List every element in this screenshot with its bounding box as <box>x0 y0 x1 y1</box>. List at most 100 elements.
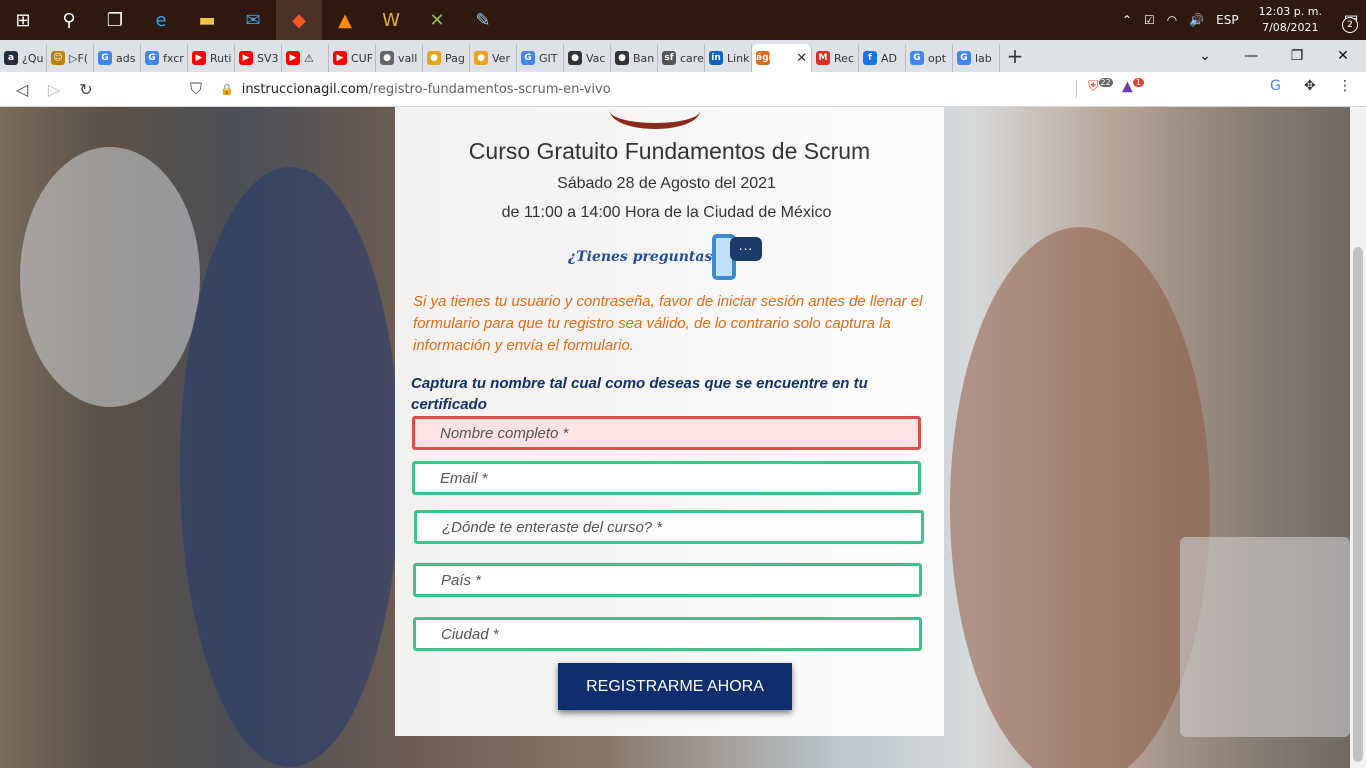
register-button[interactable]: REGISTRARME AHORA <box>558 663 792 710</box>
network-icon[interactable]: ◠ <box>1167 13 1177 27</box>
toolbar-separator <box>1076 80 1077 98</box>
browser-tab[interactable]: f AD <box>859 44 906 72</box>
browser-tab[interactable]: Glab <box>953 44 1000 72</box>
browser-tab[interactable]: ☺ ▷F( <box>47 44 94 72</box>
brave-icon[interactable]: ◆ <box>276 0 322 40</box>
browser-tab[interactable]: ● Ban <box>611 44 658 72</box>
country-field[interactable] <box>413 563 922 597</box>
background-person-right <box>950 227 1210 768</box>
tab-favicon-icon: M <box>816 51 830 65</box>
city-input[interactable] <box>416 620 919 648</box>
close-window-button[interactable]: ✕ <box>1320 48 1366 64</box>
close-tab-icon[interactable]: ✕ <box>796 51 807 66</box>
questions-link[interactable]: ¿Tienes preguntas? <box>568 249 721 265</box>
lock-icon: 🔒 <box>220 82 234 96</box>
name-input[interactable] <box>415 419 918 447</box>
maximize-button[interactable]: ❐ <box>1274 48 1320 64</box>
browser-tab[interactable]: ▶ ⚠ <box>282 44 329 72</box>
background-monitor <box>1180 537 1350 737</box>
reload-button[interactable]: ↻ <box>70 80 102 99</box>
browser-tab[interactable]: G GIT <box>517 44 564 72</box>
start-button[interactable]: ⊞ <box>0 0 46 40</box>
brave-shields-icon[interactable]: ⛨ 22 <box>1088 78 1113 95</box>
forward-button[interactable]: ▷ <box>38 80 70 99</box>
tab-favicon-icon: G <box>910 51 924 65</box>
browser-tab[interactable]: Gopt <box>906 44 953 72</box>
browser-tab[interactable]: ● vall <box>376 44 423 72</box>
country-input[interactable] <box>416 566 919 594</box>
tab-favicon-icon: in <box>709 51 723 65</box>
tab-label: vall <box>398 51 418 65</box>
browser-tab[interactable]: ● Ver <box>470 44 517 72</box>
tab-label: ads <box>116 51 136 65</box>
browser-tab-strip: a ¿Qu ☺ ▷F(Gads Gfxcr ▶ Ruti ▶ SV3 ▶ ⚠ ▶ CUF ● vall ● Pa… <box>0 40 1366 72</box>
security-icon[interactable]: ☑ <box>1144 13 1155 27</box>
extensions-icon[interactable]: ✥ <box>1304 78 1316 94</box>
chat-bubble-icon[interactable]: ... <box>730 237 762 261</box>
source-input[interactable] <box>417 513 921 541</box>
clock[interactable]: 12:03 p. m. 7/08/2021 <box>1259 4 1322 36</box>
source-field[interactable] <box>414 510 924 544</box>
browser-tab[interactable]: Gfxcr <box>141 44 188 72</box>
background-person-left <box>180 167 400 767</box>
clock-time: 12:03 p. m. <box>1258 5 1322 18</box>
page-scrollbar[interactable] <box>1350 107 1366 768</box>
back-button[interactable]: ◁ <box>6 80 38 99</box>
scrollbar-thumb[interactable] <box>1353 247 1363 762</box>
tab-label: Rec <box>834 51 854 65</box>
tab-favicon-icon: ● <box>568 51 582 65</box>
course-date: Sábado 28 de Agosto del 2021 <box>557 175 776 192</box>
language-indicator[interactable]: ESP <box>1216 13 1238 27</box>
browser-tab[interactable]: a ¿Qu <box>0 44 47 72</box>
email-field[interactable] <box>412 461 921 495</box>
menu-icon[interactable]: ⋮ <box>1338 78 1352 94</box>
clock-date: 7/08/2021 <box>1262 21 1319 34</box>
browser-tab[interactable]: sf care <box>658 44 705 72</box>
tab-favicon-icon: ☺ <box>51 51 65 65</box>
browser-tab[interactable]: ▶ Ruti <box>188 44 235 72</box>
file-explorer-icon[interactable]: ▬ <box>184 0 230 40</box>
browser-tab[interactable]: ▶ SV3 <box>235 44 282 72</box>
tab-label: care <box>680 51 704 65</box>
edge-icon[interactable]: e <box>138 0 184 40</box>
app-x-icon[interactable]: ✕ <box>414 0 460 40</box>
tab-label: fxcr <box>163 51 184 65</box>
browser-tab[interactable]: M Rec <box>812 44 859 72</box>
search-icon[interactable]: ⚲ <box>46 0 92 40</box>
bookmark-icon[interactable]: ⛉ <box>180 79 212 99</box>
tab-search-icon[interactable]: ⌄ <box>1182 48 1228 64</box>
browser-tab[interactable]: ▶ CUF <box>329 44 376 72</box>
brave-rewards-icon[interactable]: ▲ 1 <box>1122 78 1144 95</box>
tab-label: AD <box>881 51 897 65</box>
browser-tab[interactable]: Gads <box>94 44 141 72</box>
browser-tab[interactable]: ● Pag <box>423 44 470 72</box>
course-title: Curso Gratuito Fundamentos de Scrum <box>468 138 871 164</box>
task-view-icon[interactable]: ❐ <box>92 0 138 40</box>
paint-icon[interactable]: ✎ <box>460 0 506 40</box>
city-field[interactable] <box>413 617 922 651</box>
browser-tab[interactable]: ● Vac <box>564 44 611 72</box>
minimize-button[interactable]: — <box>1228 48 1274 64</box>
wow-icon[interactable]: W <box>368 0 414 40</box>
tab-label: Ban <box>633 51 655 65</box>
browser-tab[interactable]: in Link <box>705 44 752 72</box>
browser-tab[interactable]: ágil ✕ <box>752 44 812 72</box>
translate-icon[interactable]: G <box>1270 78 1281 94</box>
tab-favicon-icon: G <box>98 51 112 65</box>
tab-favicon-icon: f <box>863 51 877 65</box>
volume-icon[interactable]: 🔊 <box>1189 13 1204 27</box>
email-input[interactable] <box>415 464 918 492</box>
tab-label: Vac <box>586 51 606 65</box>
registration-panel: Curso Gratuito Fundamentos de Scrum Sába… <box>395 107 944 736</box>
notification-center-icon[interactable]: ▤2 <box>1336 5 1366 35</box>
url-domain: instruccionagil.com <box>241 81 369 97</box>
chevron-up-icon[interactable]: ⌃ <box>1122 13 1132 27</box>
new-tab-button[interactable]: + <box>1000 44 1030 68</box>
mail-icon[interactable]: ✉ <box>230 0 276 40</box>
browser-toolbar: ◁ ▷ ↻ ⛉ 🔒 instruccionagil.com/registro-f… <box>0 72 1366 107</box>
vlc-icon[interactable]: ▲ <box>322 0 368 40</box>
tab-label: lab <box>975 51 992 65</box>
name-field[interactable] <box>412 416 921 450</box>
address-bar[interactable]: 🔒 instruccionagil.com/registro-fundament… <box>220 76 1100 102</box>
window-controls: ⌄ — ❐ ✕ <box>1182 40 1366 72</box>
